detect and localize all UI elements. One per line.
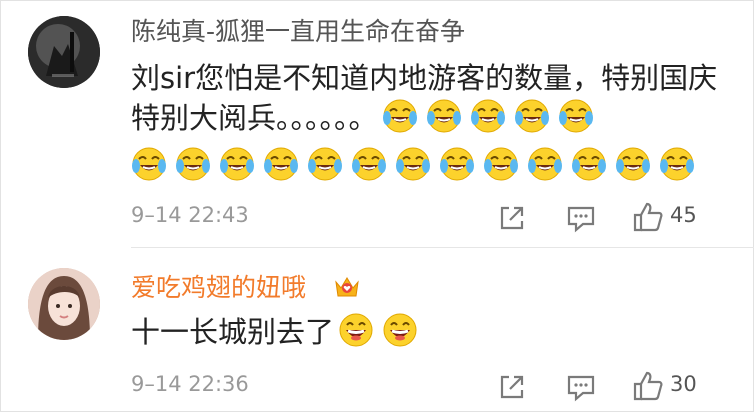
emoji-row (131, 146, 703, 186)
username[interactable]: 爱吃鸡翅的妞哦 (131, 272, 306, 304)
laugh-cry-emoji (527, 146, 563, 182)
avatar[interactable] (28, 268, 100, 340)
comment-icon[interactable] (566, 203, 596, 233)
comment-time: 9–14 22:43 (131, 203, 249, 227)
grin-emoji (382, 312, 418, 348)
laugh-cry-emoji (131, 146, 167, 182)
laugh-cry-emoji (351, 146, 387, 182)
share-icon[interactable] (497, 372, 527, 402)
laugh-cry-emoji (175, 146, 211, 182)
laugh-cry-emoji (558, 98, 594, 134)
comment-item: 爱吃鸡翅的妞哦 十一长城别去了 9–14 22:36 30 (0, 250, 754, 412)
comment-text-content: 十一长城别去了 (131, 315, 335, 349)
like-count: 45 (670, 203, 697, 227)
comment-text: 十一长城别去了 (131, 312, 721, 352)
avatar[interactable] (28, 16, 100, 88)
comment-icon[interactable] (566, 372, 596, 402)
laugh-cry-emoji (571, 146, 607, 182)
comment-item: 陈纯真-狐狸一直用生命在奋争 刘sir您怕是不知道内地游客的数量，特别国庆特别大… (0, 0, 754, 248)
laugh-cry-emoji (219, 146, 255, 182)
laugh-cry-emoji (382, 98, 418, 134)
like-icon[interactable] (632, 370, 664, 402)
username[interactable]: 陈纯真-狐狸一直用生命在奋争 (131, 16, 465, 48)
laugh-cry-emoji (439, 146, 475, 182)
laugh-cry-emoji (514, 98, 550, 134)
laugh-cry-emoji (395, 146, 431, 182)
laugh-cry-emoji (426, 98, 462, 134)
comment-time: 9–14 22:36 (131, 372, 249, 396)
laugh-cry-emoji (470, 98, 506, 134)
laugh-cry-emoji (483, 146, 519, 182)
laugh-cry-emoji (615, 146, 651, 182)
like-icon[interactable] (632, 201, 664, 233)
grin-emoji (338, 312, 374, 348)
share-icon[interactable] (497, 203, 527, 233)
comment-actions: 30 (494, 366, 754, 406)
comment-text: 刘sir您怕是不知道内地游客的数量，特别国庆特别大阅兵。。。。。。 (131, 58, 721, 138)
divider (131, 247, 754, 248)
laugh-cry-emoji (307, 146, 343, 182)
laugh-cry-emoji (659, 146, 695, 182)
vip-crown-icon (333, 274, 361, 300)
like-count: 30 (670, 372, 697, 396)
laugh-cry-emoji (263, 146, 299, 182)
comment-actions: 45 (494, 197, 754, 237)
